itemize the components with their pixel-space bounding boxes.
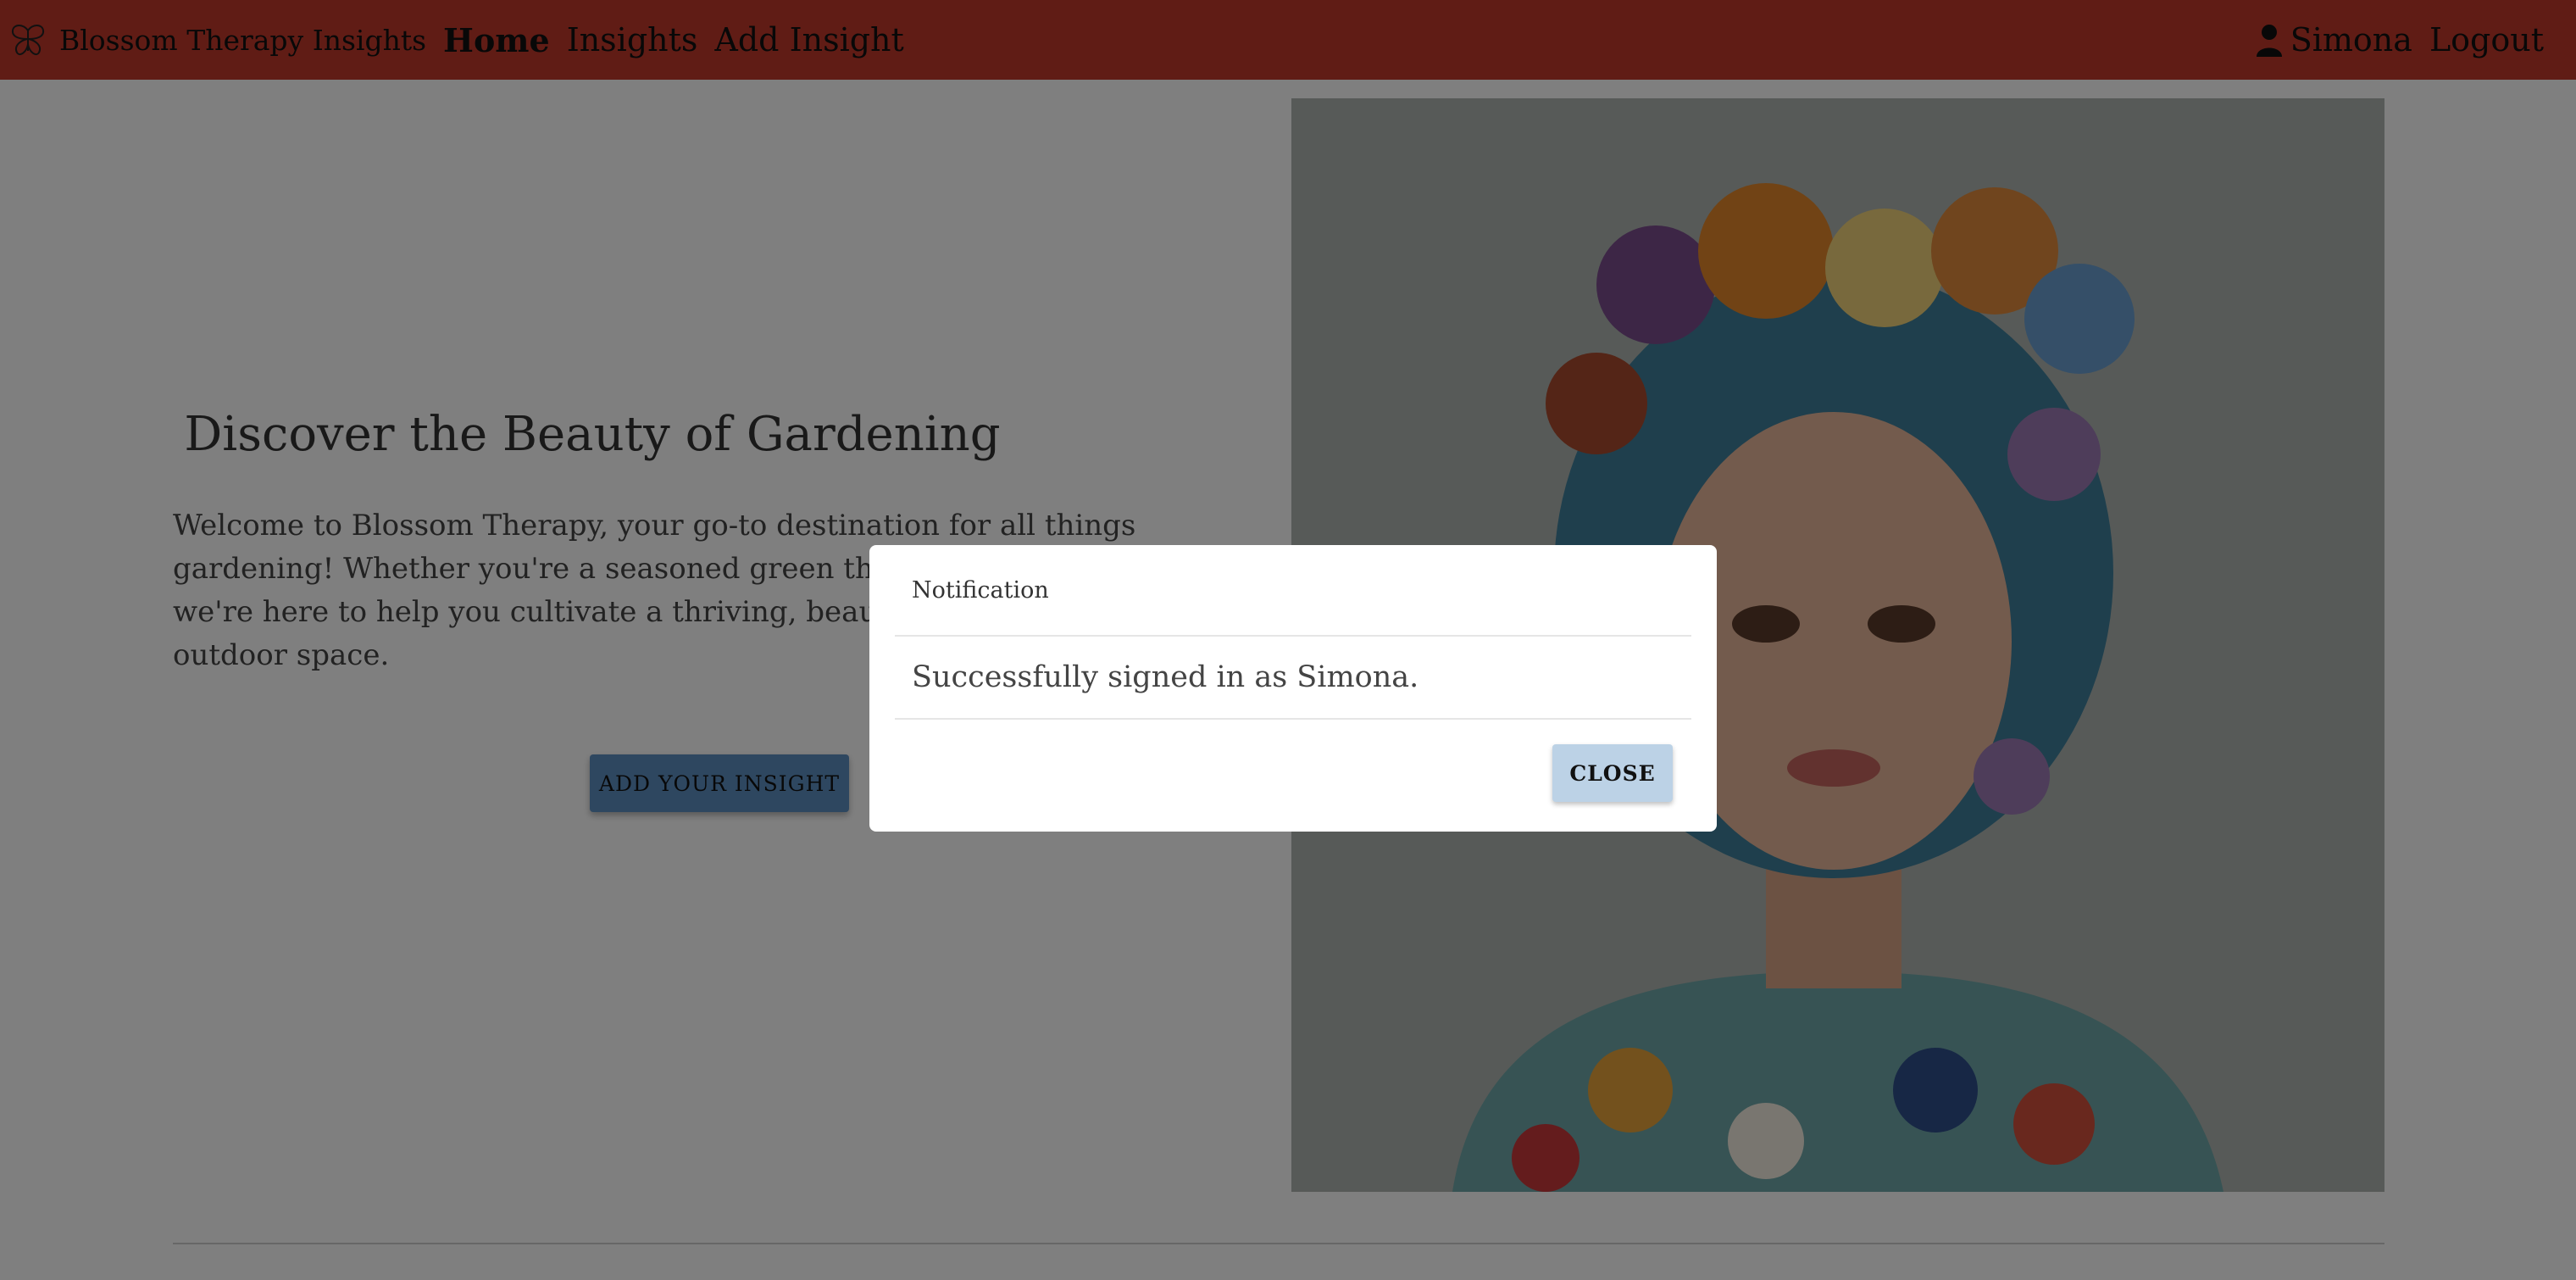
modal-body: Successfully signed in as Simona. [895, 637, 1691, 720]
modal-header: Notification [895, 545, 1691, 637]
modal-title: Notification [912, 576, 1049, 604]
modal-message: Successfully signed in as Simona. [912, 660, 1419, 694]
close-button[interactable]: CLOSE [1552, 744, 1673, 802]
modal-footer: CLOSE [895, 720, 1691, 833]
notification-modal: Notification Successfully signed in as S… [869, 545, 1717, 832]
